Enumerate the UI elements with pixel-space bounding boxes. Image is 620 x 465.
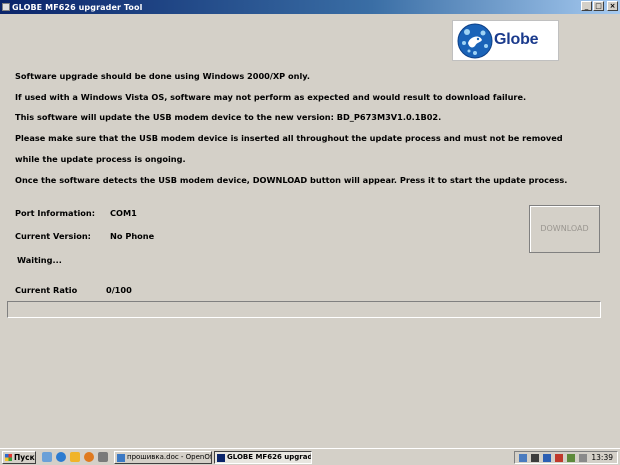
globe-logo-text: Globe xyxy=(494,31,539,48)
app-icon[interactable] xyxy=(2,3,10,11)
task-label: прошивка.doc - OpenOff... xyxy=(127,453,212,461)
instruction-inserted: Please make sure that the USB modem devi… xyxy=(15,133,563,143)
instruction-download: Once the software detects the USB modem … xyxy=(15,175,568,185)
shield-icon[interactable] xyxy=(543,454,551,462)
antivirus-icon[interactable] xyxy=(555,454,563,462)
task-openoffice[interactable]: прошивка.doc - OpenOff... xyxy=(114,451,212,464)
system-tray: 13:39 xyxy=(514,451,618,464)
app-icon xyxy=(217,454,225,462)
document-icon xyxy=(117,454,125,462)
task-globe-upgrader[interactable]: GLOBE MF626 upgrade... xyxy=(214,451,312,464)
port-label: Port Information: xyxy=(15,208,96,218)
internet-explorer-icon[interactable] xyxy=(56,452,66,462)
instruction-version: This software will update the USB modem … xyxy=(15,112,442,122)
usb-icon[interactable] xyxy=(579,454,587,462)
maximize-button[interactable]: □ xyxy=(593,1,604,11)
folder-icon[interactable] xyxy=(70,452,80,462)
port-value: COM1 xyxy=(110,208,137,218)
status-text: Waiting... xyxy=(17,255,62,265)
ratio-value: 0/100 xyxy=(106,285,132,295)
task-label: GLOBE MF626 upgrade... xyxy=(227,453,312,461)
globe-logo-icon xyxy=(457,23,493,59)
progress-bar xyxy=(7,301,601,318)
version-value: No Phone xyxy=(110,231,155,241)
version-label: Current Version: xyxy=(15,231,91,241)
window-title: GLOBE MF626 upgrader Tool xyxy=(12,2,143,12)
start-button[interactable]: Пуск xyxy=(2,451,36,464)
instruction-vista: If used with a Windows Vista OS, softwar… xyxy=(15,92,527,102)
monitor-icon[interactable] xyxy=(531,454,539,462)
quicklaunch-arrow-icon[interactable] xyxy=(98,452,108,462)
taskbar: Пуск прошивка.doc - OpenOff... GLOBE MF6… xyxy=(0,448,620,465)
instruction-ongoing: while the update process is ongoing. xyxy=(15,154,186,164)
show-desktop-icon[interactable] xyxy=(42,452,52,462)
window-controls: _ □ × xyxy=(581,1,618,11)
globe-logo: Globe xyxy=(452,20,559,61)
close-button[interactable]: × xyxy=(607,1,618,11)
firefox-icon[interactable] xyxy=(84,452,94,462)
minimize-button[interactable]: _ xyxy=(581,1,592,11)
clock[interactable]: 13:39 xyxy=(591,453,613,462)
network-icon[interactable] xyxy=(519,454,527,462)
download-button[interactable]: DOWNLOAD xyxy=(529,205,600,253)
instruction-os: Software upgrade should be done using Wi… xyxy=(15,71,310,81)
ratio-label: Current Ratio xyxy=(15,285,78,295)
volume-icon[interactable] xyxy=(567,454,575,462)
title-bar[interactable]: GLOBE MF626 upgrader Tool _ □ × xyxy=(0,0,620,14)
